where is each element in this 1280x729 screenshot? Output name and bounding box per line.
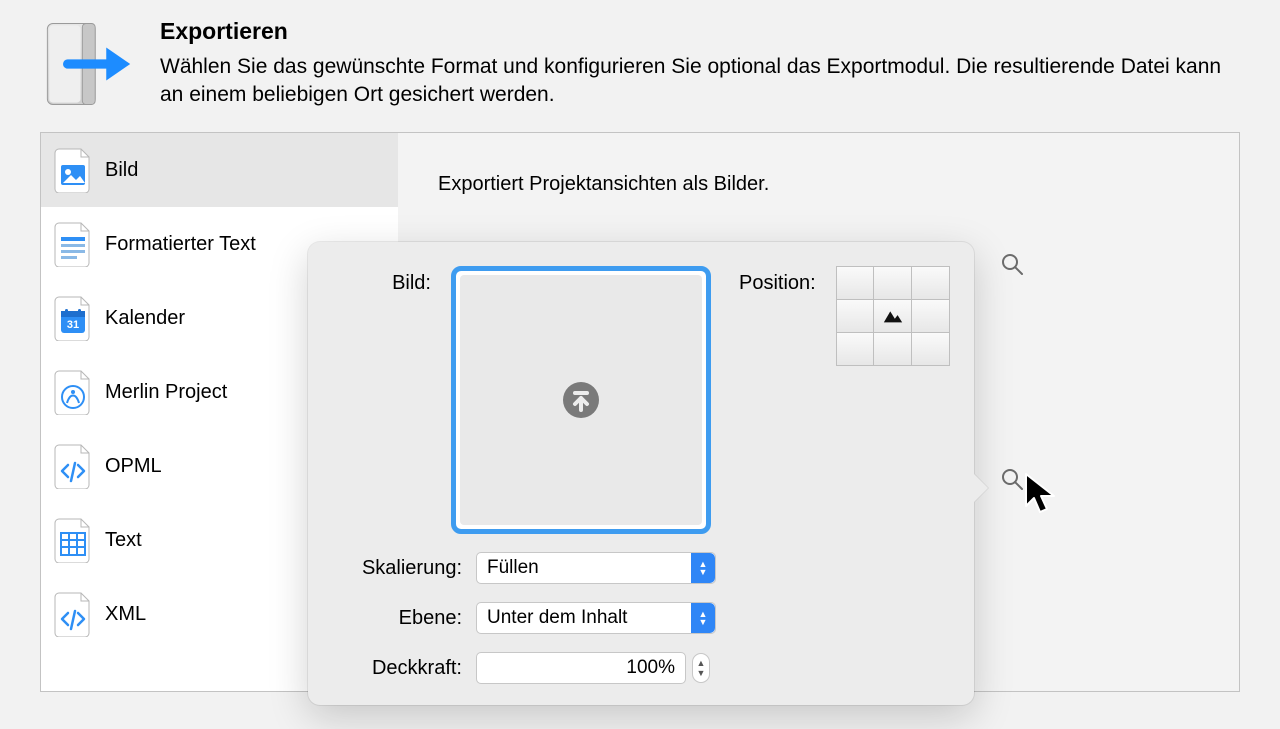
calendar-icon: 31	[53, 295, 93, 341]
position-cell-3[interactable]	[837, 300, 874, 332]
opacity-stepper[interactable]: ▲ ▼	[692, 653, 710, 683]
sidebar-item-label: Merlin Project	[105, 381, 227, 404]
position-label: Position:	[739, 266, 816, 534]
page-title: Exportieren	[160, 18, 1240, 45]
position-cell-5[interactable]	[912, 300, 949, 332]
image-label: Bild:	[332, 266, 431, 534]
opacity-value: 100%	[626, 657, 675, 679]
chevron-down-icon: ▼	[697, 668, 706, 678]
position-cell-7[interactable]	[874, 333, 911, 365]
image-popover: Bild: Position: Skalierung: Füllen ▲▼ Eb…	[308, 242, 974, 705]
position-cell-4[interactable]	[874, 300, 911, 332]
position-cell-0[interactable]	[837, 267, 874, 299]
image-icon	[53, 147, 93, 193]
position-cell-8[interactable]	[912, 333, 949, 365]
code-icon	[53, 591, 93, 637]
scaling-select[interactable]: Füllen ▲▼	[476, 552, 716, 584]
mountain-icon	[882, 307, 904, 325]
sidebar-item-label: XML	[105, 603, 146, 626]
scaling-value: Füllen	[487, 557, 539, 579]
opacity-label: Deckkraft:	[332, 657, 462, 680]
sidebar-item-label: Kalender	[105, 307, 185, 330]
chevron-up-icon: ▲	[697, 658, 706, 668]
merlin-icon	[53, 369, 93, 415]
sidebar-item-label: Text	[105, 529, 142, 552]
layer-value: Unter dem Inhalt	[487, 607, 627, 629]
sidebar-item-label: OPML	[105, 455, 162, 478]
chevron-updown-icon: ▲▼	[691, 603, 715, 633]
table-icon	[53, 517, 93, 563]
content-description: Exportiert Projektansichten als Bilder.	[438, 173, 1199, 196]
svg-text:31: 31	[67, 319, 79, 331]
upload-icon	[561, 380, 601, 420]
position-cell-6[interactable]	[837, 333, 874, 365]
sidebar-item-label: Formatierter Text	[105, 233, 256, 256]
opacity-field[interactable]: 100%	[476, 652, 686, 684]
richtext-icon	[53, 221, 93, 267]
position-grid	[836, 266, 950, 366]
page-subtitle: Wählen Sie das gewünschte Format und kon…	[160, 53, 1240, 110]
position-cell-2[interactable]	[912, 267, 949, 299]
layer-select[interactable]: Unter dem Inhalt ▲▼	[476, 602, 716, 634]
image-drop-well[interactable]	[451, 266, 711, 534]
position-cell-1[interactable]	[874, 267, 911, 299]
layer-label: Ebene:	[332, 607, 462, 630]
chevron-updown-icon: ▲▼	[691, 553, 715, 583]
sidebar-item-label: Bild	[105, 159, 138, 182]
scaling-label: Skalierung:	[332, 557, 462, 580]
code-icon	[53, 443, 93, 489]
export-icon	[40, 18, 132, 110]
sidebar-item-bild[interactable]: Bild	[41, 133, 398, 207]
